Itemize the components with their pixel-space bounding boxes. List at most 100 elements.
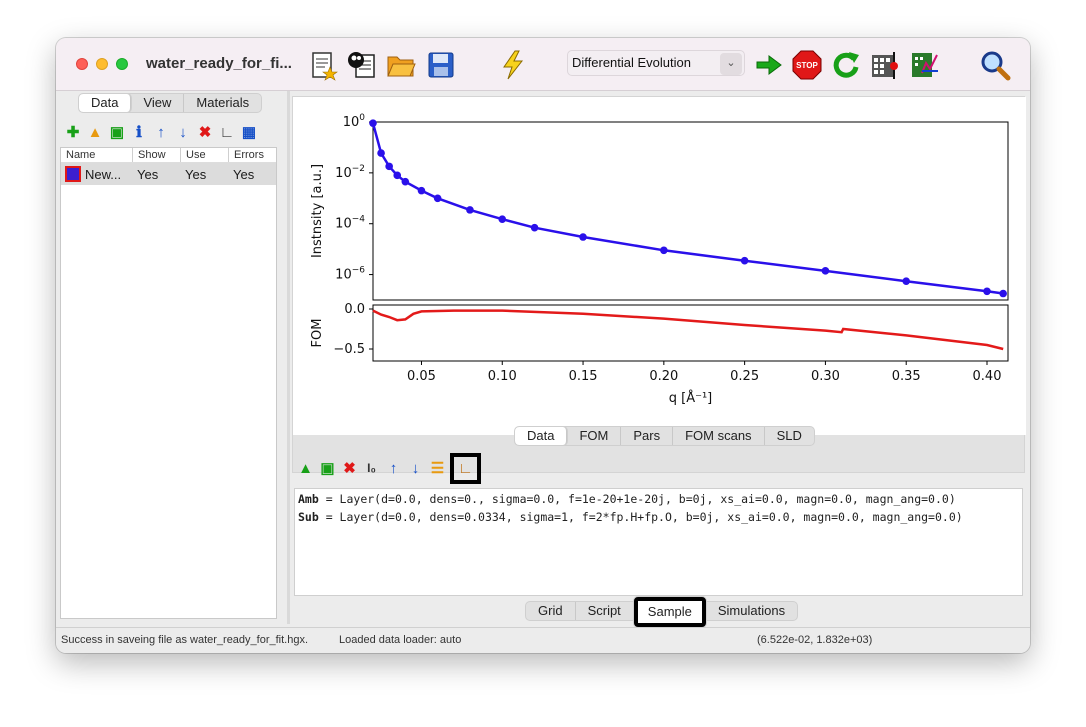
minimize-window-button[interactable] [96, 58, 108, 70]
x-tick-label-6: 0.35 [892, 369, 921, 384]
parameter-scan-icon[interactable] [908, 49, 940, 81]
restart-icon[interactable] [830, 49, 862, 81]
y-tick-label-1-1: −0.5 [333, 342, 365, 357]
tab-data[interactable]: Data [79, 94, 132, 112]
data-point-0-14 [902, 277, 911, 285]
add-dataset-icon[interactable]: ✚ [64, 124, 82, 142]
zoom-window-button[interactable] [116, 58, 128, 70]
dataset-name-cell: New... [61, 166, 133, 182]
sample-line-amb: Amb = Layer(d=0.0, dens=0., sigma=0.0, f… [298, 491, 1019, 507]
tab-plot-data[interactable]: Data [515, 427, 568, 445]
y-axis-label-0: Instnsity [a.u.] [310, 164, 325, 258]
data-point-0-0 [369, 119, 377, 127]
dataset-show[interactable]: Yes [133, 167, 181, 182]
reflectivity-plot[interactable]: 10010−210−410−6Instnsity [a.u.]0.0−0.5FO… [293, 97, 1026, 474]
open-icon[interactable] [385, 49, 417, 81]
open-example-icon[interactable] [346, 49, 378, 81]
y-axis-label-1: FOM [310, 319, 325, 348]
col-show[interactable]: Show [133, 148, 181, 162]
add-stack-icon[interactable]: ▣ [318, 459, 337, 478]
plot-settings-icon[interactable]: ▣ [108, 124, 126, 142]
simulate-icon[interactable] [497, 49, 529, 81]
tab-sample[interactable]: Sample [633, 597, 706, 627]
layer-name-amb: Amb [298, 492, 319, 506]
data-point-0-12 [740, 256, 749, 265]
calculate-errors-icon[interactable] [869, 49, 901, 81]
plot-sld-icon[interactable]: ∟ [450, 453, 481, 484]
dataset-color-swatch[interactable] [65, 166, 81, 182]
move-down-icon[interactable]: ↓ [174, 124, 192, 142]
tab-script[interactable]: Script [576, 602, 634, 620]
sample-toolbar: ▲ ▣ ✖ I₀ ↑ ↓ ☰ ∟ [296, 453, 481, 484]
dataset-list-header: Name Show Use Errors [61, 148, 276, 163]
new-model-icon[interactable] [307, 49, 339, 81]
title-bar: water_ready_for_fi... Differential Evolu… [56, 38, 1030, 91]
stop-icon[interactable]: STOP [791, 49, 823, 81]
move-layer-down-icon[interactable]: ↓ [406, 459, 425, 478]
data-point-0-5 [417, 186, 426, 195]
algorithm-value: Differential Evolution [572, 55, 691, 70]
calc-icon[interactable]: ∟ [218, 124, 236, 142]
data-point-0-3 [393, 171, 402, 180]
move-layer-up-icon[interactable]: ↑ [384, 459, 403, 478]
tab-plot-fom[interactable]: FOM [567, 427, 622, 445]
table-icon[interactable]: ▦ [240, 124, 258, 142]
data-point-0-8 [498, 215, 507, 224]
close-window-button[interactable] [76, 58, 88, 70]
status-coords: (6.522e-02, 1.832e+03) [757, 634, 873, 646]
data-point-0-13 [821, 267, 830, 275]
tab-grid[interactable]: Grid [526, 602, 576, 620]
delete-icon[interactable]: ✖ [196, 124, 214, 142]
layer-def-sub: = Layer(d=0.0, dens=0.0334, sigma=1, f=2… [318, 510, 963, 524]
plot-tabbar: Data FOM Pars FOM scans SLD [514, 426, 815, 446]
delete-layer-icon[interactable]: ✖ [340, 459, 359, 478]
sample-script-view[interactable]: Amb = Layer(d=0.0, dens=0., sigma=0.0, f… [294, 488, 1023, 596]
data-point-0-16 [999, 289, 1007, 298]
dataset-errors[interactable]: Yes [229, 167, 276, 182]
layer-name-sub: Sub [298, 510, 319, 524]
data-point-0-1 [377, 149, 385, 157]
tab-plot-fom-scans[interactable]: FOM scans [673, 427, 765, 445]
x-tick-label-7: 0.40 [973, 369, 1002, 384]
plot-panel: 100 10−2 10−4 10−6 Instnsity [a.u.] 0.0 −0.5 FO… [292, 96, 1026, 474]
info-icon[interactable]: ℹ [130, 124, 148, 142]
tab-view[interactable]: View [131, 94, 185, 112]
x-tick-label-4: 0.25 [730, 369, 759, 384]
add-layer-icon[interactable]: ▲ [296, 459, 315, 478]
col-errors[interactable]: Errors [229, 148, 276, 162]
sample-parameters-icon[interactable]: ☰ [428, 459, 447, 478]
data-point-0-2 [385, 162, 393, 171]
status-message: Success in saveing file as water_ready_f… [61, 634, 309, 646]
save-icon[interactable] [425, 49, 457, 81]
import-data-icon[interactable]: ▲ [86, 124, 104, 142]
dataset-list: Name Show Use Errors New... Yes Yes Yes [60, 147, 277, 619]
col-name[interactable]: Name [61, 148, 133, 162]
move-up-icon[interactable]: ↑ [152, 124, 170, 142]
start-fit-icon[interactable] [753, 49, 785, 81]
algorithm-select[interactable]: Differential Evolution ⌄ [567, 50, 745, 76]
x-tick-label-0: 0.05 [407, 369, 436, 384]
rename-icon[interactable]: I₀ [362, 459, 381, 478]
dataset-use[interactable]: Yes [181, 167, 229, 182]
chevron-down-icon: ⌄ [720, 53, 742, 75]
svg-text:STOP: STOP [796, 61, 818, 70]
x-axis-label: q [Å⁻¹] [669, 390, 713, 406]
zoom-icon[interactable] [979, 49, 1011, 81]
data-panel: Data View Materials ✚ ▲ ▣ ℹ ↑ ↓ ✖ ∟ ▦ Na… [60, 91, 285, 624]
x-tick-label-3: 0.20 [649, 369, 678, 384]
x-tick-label-5: 0.30 [811, 369, 840, 384]
data-toolbar: ✚ ▲ ▣ ℹ ↑ ↓ ✖ ∟ ▦ [64, 124, 258, 142]
tab-plot-sld[interactable]: SLD [765, 427, 814, 445]
data-point-0-4 [401, 177, 410, 186]
data-point-0-9 [530, 223, 539, 232]
tab-materials[interactable]: Materials [184, 94, 261, 112]
data-point-0-6 [433, 194, 442, 203]
x-tick-label-1: 0.10 [488, 369, 517, 384]
tab-plot-pars[interactable]: Pars [621, 427, 674, 445]
col-use[interactable]: Use [181, 148, 229, 162]
tab-simulations[interactable]: Simulations [706, 602, 797, 620]
status-loader: Loaded data loader: auto [339, 634, 462, 646]
panel-splitter[interactable] [287, 91, 290, 624]
dataset-row[interactable]: New... Yes Yes Yes [61, 163, 276, 185]
left-tabbar: Data View Materials [78, 93, 263, 113]
